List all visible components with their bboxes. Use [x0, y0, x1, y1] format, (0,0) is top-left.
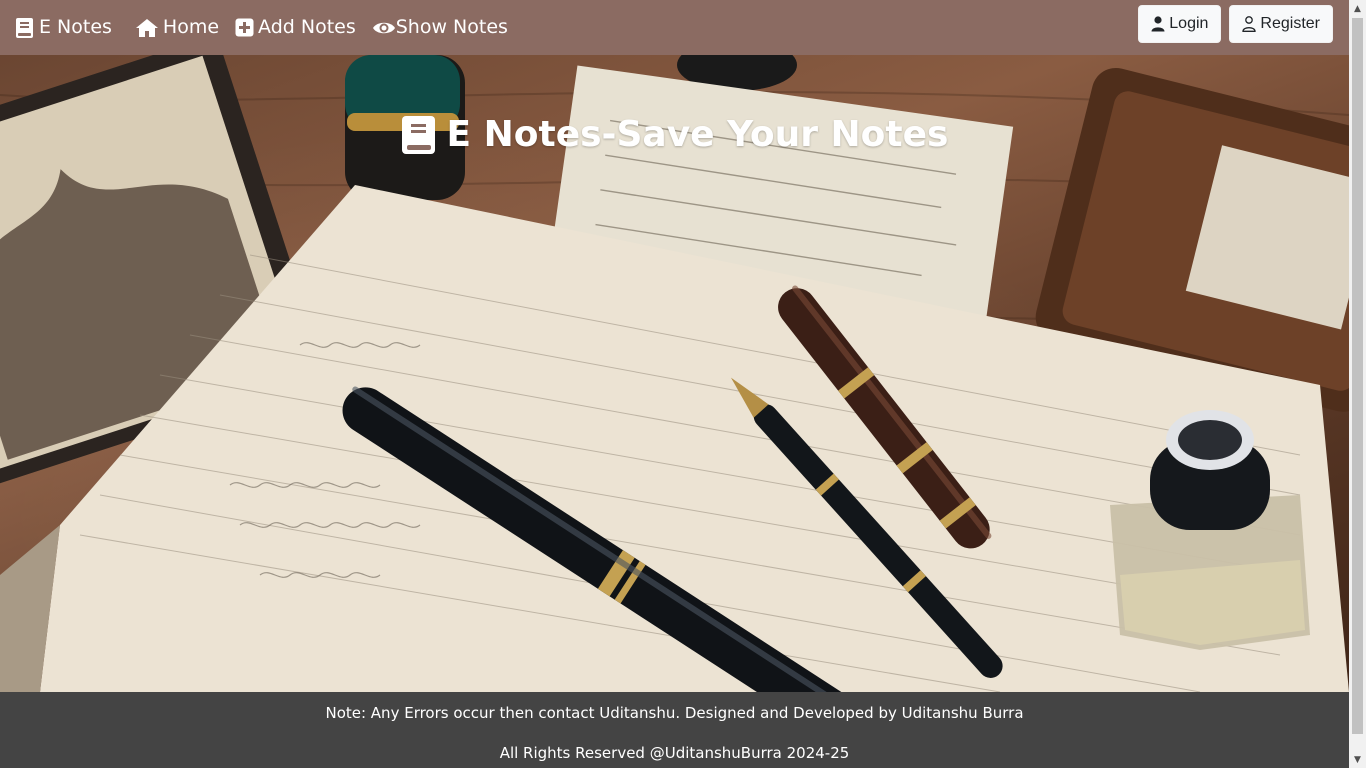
hero-title: E Notes-Save Your Notes: [0, 112, 1349, 158]
user-outline-icon: [1242, 16, 1257, 32]
plus-square-icon: [235, 18, 254, 37]
hero-title-text: E Notes-Save Your Notes: [446, 114, 949, 156]
nav-add-notes[interactable]: Add Notes: [235, 18, 356, 37]
footer: Note: Any Errors occur then contact Udit…: [0, 692, 1349, 768]
book-icon: [401, 115, 437, 155]
eye-icon: [372, 19, 396, 37]
login-label: Login: [1169, 15, 1209, 32]
scroll-up-arrow-icon[interactable]: ▲: [1349, 0, 1366, 17]
user-filled-icon: [1151, 16, 1165, 32]
home-icon: [135, 18, 159, 38]
register-button[interactable]: Register: [1229, 5, 1333, 43]
register-label: Register: [1260, 15, 1320, 32]
brand-label: E Notes: [39, 16, 112, 38]
page: E Notes Home Add Notes Show Notes Login …: [0, 0, 1349, 768]
nav-show-notes[interactable]: Show Notes: [372, 18, 508, 37]
nav-add-notes-label: Add Notes: [258, 16, 356, 38]
nav-home-label: Home: [162, 16, 220, 38]
brand-link[interactable]: E Notes: [15, 17, 112, 39]
hero-banner: E Notes-Save Your Notes: [0, 55, 1349, 692]
footer-copyright: All Rights Reserved @UditanshuBurra 2024…: [499, 744, 850, 762]
scrollbar[interactable]: ▲ ▼: [1349, 0, 1366, 768]
nav-home[interactable]: Home: [135, 18, 219, 38]
login-button[interactable]: Login: [1138, 5, 1222, 43]
book-icon: [15, 17, 35, 39]
footer-note: Note: Any Errors occur then contact Udit…: [325, 704, 1024, 722]
navbar: E Notes Home Add Notes Show Notes Login …: [0, 0, 1349, 55]
auth-buttons: Login Register: [1138, 5, 1333, 43]
scroll-down-arrow-icon[interactable]: ▼: [1349, 751, 1366, 768]
scrollbar-thumb[interactable]: [1352, 18, 1363, 734]
nav-show-notes-label: Show Notes: [395, 16, 508, 38]
